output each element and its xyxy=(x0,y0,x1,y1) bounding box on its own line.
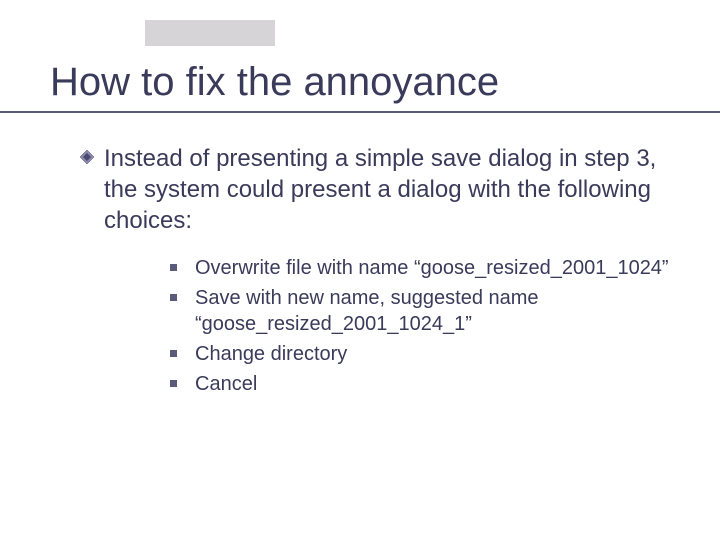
title-text: How to fix the annoyance xyxy=(50,60,499,104)
title-underline xyxy=(0,111,720,113)
title-shadow-decoration xyxy=(145,20,275,46)
slide-container: How to fix the annoyance Instead of pres… xyxy=(0,0,720,441)
square-bullet-icon xyxy=(170,264,177,271)
list-item: Change directory xyxy=(170,341,670,367)
list-item: Overwrite file with name “goose_resized_… xyxy=(170,255,670,281)
list-item: Cancel xyxy=(170,371,670,397)
slide-content: Instead of presenting a simple save dial… xyxy=(50,143,670,397)
sub-item-text: Cancel xyxy=(195,371,257,397)
slide-title: How to fix the annoyance xyxy=(50,60,670,113)
sub-item-text: Save with new name, suggested name “goos… xyxy=(195,285,670,337)
main-bullet-row: Instead of presenting a simple save dial… xyxy=(80,143,670,237)
diamond-bullet-icon xyxy=(80,150,94,164)
main-bullet-text: Instead of presenting a simple save dial… xyxy=(104,143,670,237)
square-bullet-icon xyxy=(170,294,177,301)
sub-item-text: Overwrite file with name “goose_resized_… xyxy=(195,255,669,281)
list-item: Save with new name, suggested name “goos… xyxy=(170,285,670,337)
square-bullet-icon xyxy=(170,380,177,387)
sub-item-text: Change directory xyxy=(195,341,347,367)
square-bullet-icon xyxy=(170,350,177,357)
sub-bullet-list: Overwrite file with name “goose_resized_… xyxy=(80,255,670,397)
